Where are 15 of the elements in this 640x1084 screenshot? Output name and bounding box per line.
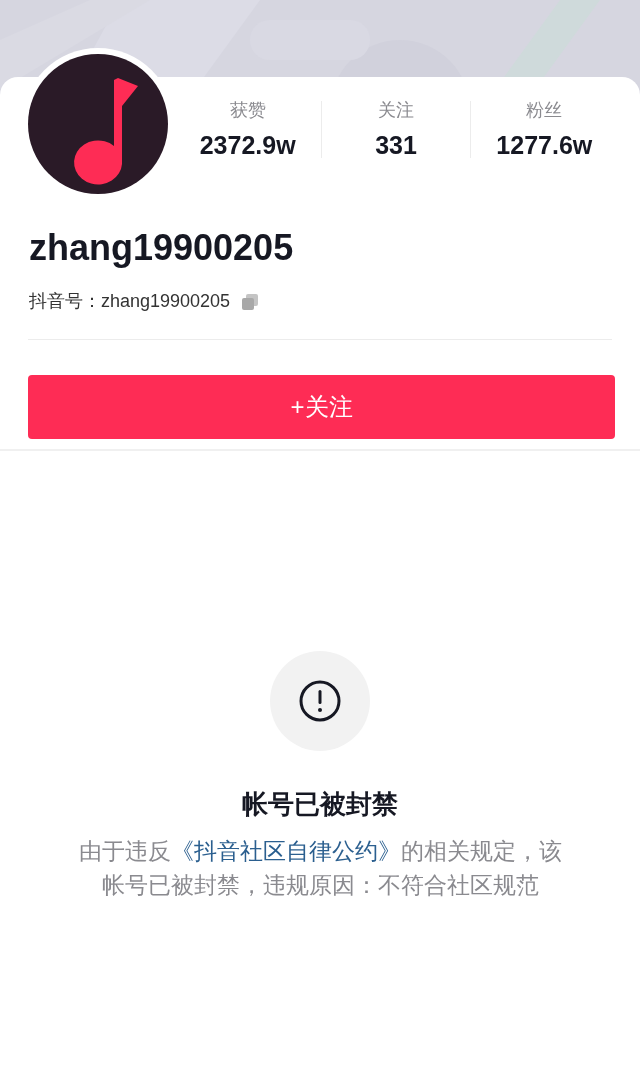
copy-icon[interactable] xyxy=(240,291,261,312)
exclamation-icon xyxy=(298,679,342,723)
stat-value: 331 xyxy=(375,133,417,158)
notice-message: 由于违反《抖音社区自律公约》的相关规定，该帐号已被封禁，违规原因：不符合社区规范 xyxy=(77,837,563,900)
music-note-icon xyxy=(28,54,168,194)
stat-label: 粉丝 xyxy=(526,101,563,119)
stat-value: 2372.9w xyxy=(199,133,296,158)
stat-value: 1277.6w xyxy=(496,133,593,158)
username: zhang19900205 xyxy=(29,230,295,266)
notice-title: 帐号已被封禁 xyxy=(242,788,398,821)
follow-button[interactable]: +关注 xyxy=(28,375,615,439)
stat-label: 获赞 xyxy=(229,101,266,119)
account-id: 抖音号：zhang19900205 xyxy=(29,290,231,313)
stat-label: 关注 xyxy=(378,101,414,119)
guidelines-link[interactable]: 《抖音社区自律公约》 xyxy=(170,838,401,864)
